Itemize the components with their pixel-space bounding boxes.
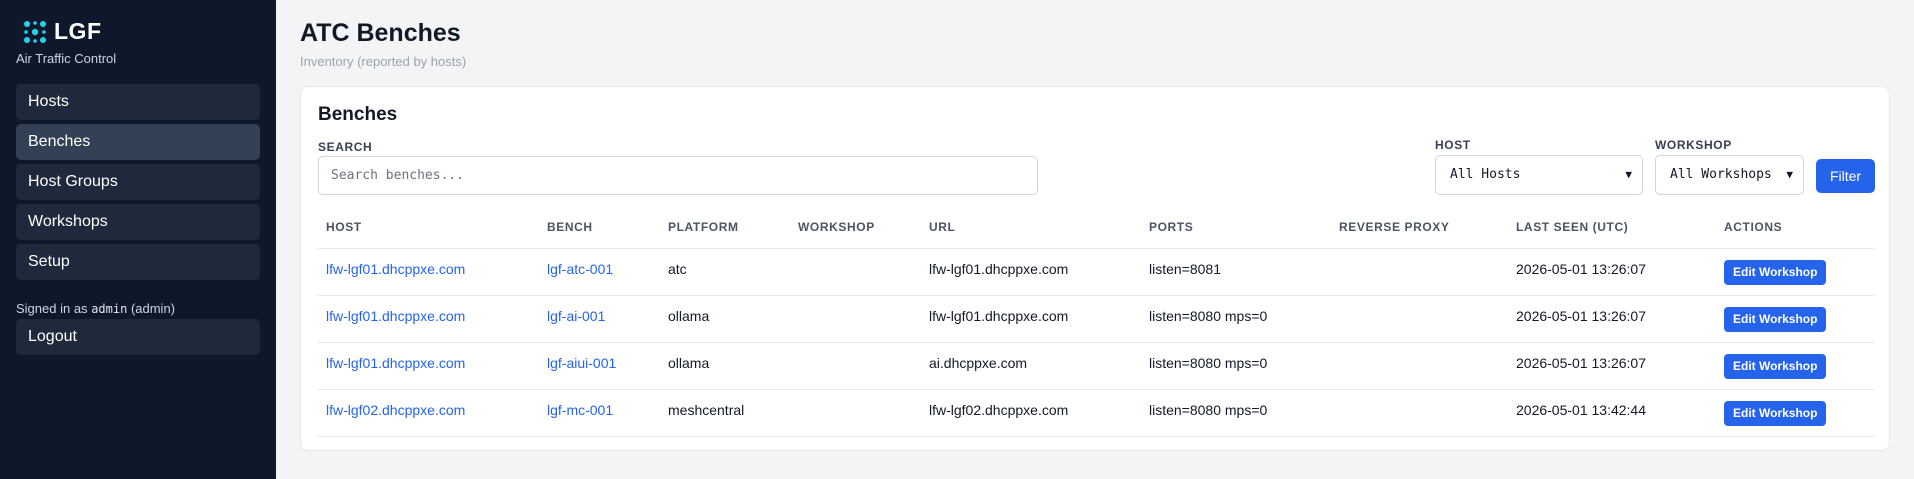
edit-workshop-button[interactable]: Edit Workshop [1724, 400, 1827, 426]
host-select[interactable]: All Hosts ▼ [1435, 155, 1643, 195]
brand-name: LGF [54, 18, 102, 44]
last-seen-cell: 2026-05-01 13:26:07 [1508, 248, 1716, 296]
workshop-cell [790, 295, 921, 343]
filter-button[interactable]: Filter [1816, 159, 1875, 193]
column-header-ports[interactable]: PORTS [1141, 206, 1331, 249]
sidebar-item-workshops[interactable]: Workshops [16, 204, 260, 240]
signed-in-role: (admin) [130, 301, 176, 316]
workshop-select-value: All Workshops [1670, 167, 1772, 182]
signed-in-status: Signed in as admin (admin) [16, 301, 260, 316]
platform-cell: ollama [660, 342, 790, 390]
bench-link[interactable]: lgf-mc-001 [547, 402, 613, 418]
sidebar: LGF Air Traffic Control Hosts Benches Ho… [0, 0, 276, 479]
url-cell: lfw-lgf01.dhcppxe.com [921, 295, 1141, 343]
reverse-proxy-cell [1331, 389, 1508, 437]
platform-cell: atc [660, 248, 790, 296]
chevron-down-icon: ▼ [1625, 168, 1632, 181]
reverse-proxy-cell [1331, 342, 1508, 390]
column-header-bench[interactable]: BENCH [539, 206, 660, 249]
bench-link[interactable]: lgf-aiui-001 [547, 355, 616, 371]
host-select-value: All Hosts [1450, 167, 1521, 182]
reverse-proxy-cell [1331, 295, 1508, 343]
bench-link[interactable]: lgf-ai-001 [547, 308, 605, 324]
sidebar-item-host-groups[interactable]: Host Groups [16, 164, 260, 200]
reverse-proxy-cell [1331, 248, 1508, 296]
main-content: ATC Benches Inventory (reported by hosts… [276, 0, 1914, 479]
last-seen-cell: 2026-05-01 13:42:44 [1508, 389, 1716, 437]
edit-workshop-button[interactable]: Edit Workshop [1724, 259, 1827, 285]
page-title: ATC Benches [300, 19, 461, 47]
table-row: lfw-lgf01.dhcppxe.com lgf-aiui-001 ollam… [318, 342, 1874, 390]
platform-cell: ollama [660, 295, 790, 343]
ports-cell: listen=8080 mps=0 [1141, 389, 1331, 437]
edit-workshop-button[interactable]: Edit Workshop [1724, 353, 1827, 379]
table-row: lfw-lgf01.dhcppxe.com lgf-ai-001 ollama … [318, 295, 1874, 343]
sidebar-item-setup[interactable]: Setup [16, 244, 260, 280]
ports-cell: listen=8080 mps=0 [1141, 342, 1331, 390]
table-row: lfw-lgf02.dhcppxe.com lgf-mc-001 meshcen… [318, 389, 1874, 437]
ports-cell: listen=8080 mps=0 [1141, 295, 1331, 343]
workshop-select[interactable]: All Workshops ▼ [1655, 155, 1804, 195]
host-link[interactable]: lfw-lgf01.dhcppxe.com [326, 355, 465, 371]
brand-subtitle: Air Traffic Control [16, 51, 117, 66]
search-label: SEARCH [318, 140, 373, 154]
table-header-row: HOST BENCH PLATFORM WORKSHOP URL PORTS R… [318, 206, 1874, 249]
sidebar-item-hosts[interactable]: Hosts [16, 84, 260, 120]
last-seen-cell: 2026-05-01 13:26:07 [1508, 342, 1716, 390]
workshop-cell [790, 342, 921, 390]
chevron-down-icon: ▼ [1786, 168, 1793, 181]
column-header-platform[interactable]: PLATFORM [660, 206, 790, 249]
benches-table: HOST BENCH PLATFORM WORKSHOP URL PORTS R… [318, 206, 1874, 437]
host-filter-label: HOST [1435, 138, 1471, 152]
benches-card: Benches SEARCH HOST All Hosts ▼ WORKSHOP… [300, 86, 1890, 451]
ports-cell: listen=8081 [1141, 248, 1331, 296]
url-cell: lfw-lgf02.dhcppxe.com [921, 389, 1141, 437]
page-subtitle: Inventory (reported by hosts) [300, 54, 467, 69]
column-header-last-seen[interactable]: LAST SEEN (UTC) [1508, 206, 1716, 249]
last-seen-cell: 2026-05-01 13:26:07 [1508, 295, 1716, 343]
column-header-workshop[interactable]: WORKSHOP [790, 206, 921, 249]
platform-cell: meshcentral [660, 389, 790, 437]
table-row: lfw-lgf01.dhcppxe.com lgf-atc-001 atc lf… [318, 248, 1874, 296]
network-nodes-icon [24, 20, 46, 43]
signed-in-prefix: Signed in as [16, 301, 88, 316]
filter-bar: SEARCH HOST All Hosts ▼ WORKSHOP All Wor… [318, 136, 1875, 200]
sidebar-item-benches[interactable]: Benches [16, 124, 260, 160]
search-input[interactable] [318, 156, 1038, 195]
card-title: Benches [318, 104, 398, 125]
host-link[interactable]: lfw-lgf02.dhcppxe.com [326, 402, 465, 418]
brand[interactable]: LGF [22, 18, 260, 45]
workshop-filter-label: WORKSHOP [1655, 138, 1732, 152]
bench-link[interactable]: lgf-atc-001 [547, 261, 613, 277]
url-cell: lfw-lgf01.dhcppxe.com [921, 248, 1141, 296]
sidebar-nav: Hosts Benches Host Groups Workshops Setu… [16, 84, 260, 280]
column-header-url[interactable]: URL [921, 206, 1141, 249]
logout-button[interactable]: Logout [16, 319, 260, 355]
column-header-host[interactable]: HOST [318, 206, 539, 249]
column-header-reverse-proxy[interactable]: REVERSE PROXY [1331, 206, 1508, 249]
workshop-cell [790, 389, 921, 437]
signed-in-username: admin [91, 302, 128, 316]
host-link[interactable]: lfw-lgf01.dhcppxe.com [326, 261, 465, 277]
edit-workshop-button[interactable]: Edit Workshop [1724, 306, 1827, 332]
column-header-actions: ACTIONS [1716, 206, 1874, 249]
url-cell: ai.dhcppxe.com [921, 342, 1141, 390]
host-link[interactable]: lfw-lgf01.dhcppxe.com [326, 308, 465, 324]
workshop-cell [790, 248, 921, 296]
